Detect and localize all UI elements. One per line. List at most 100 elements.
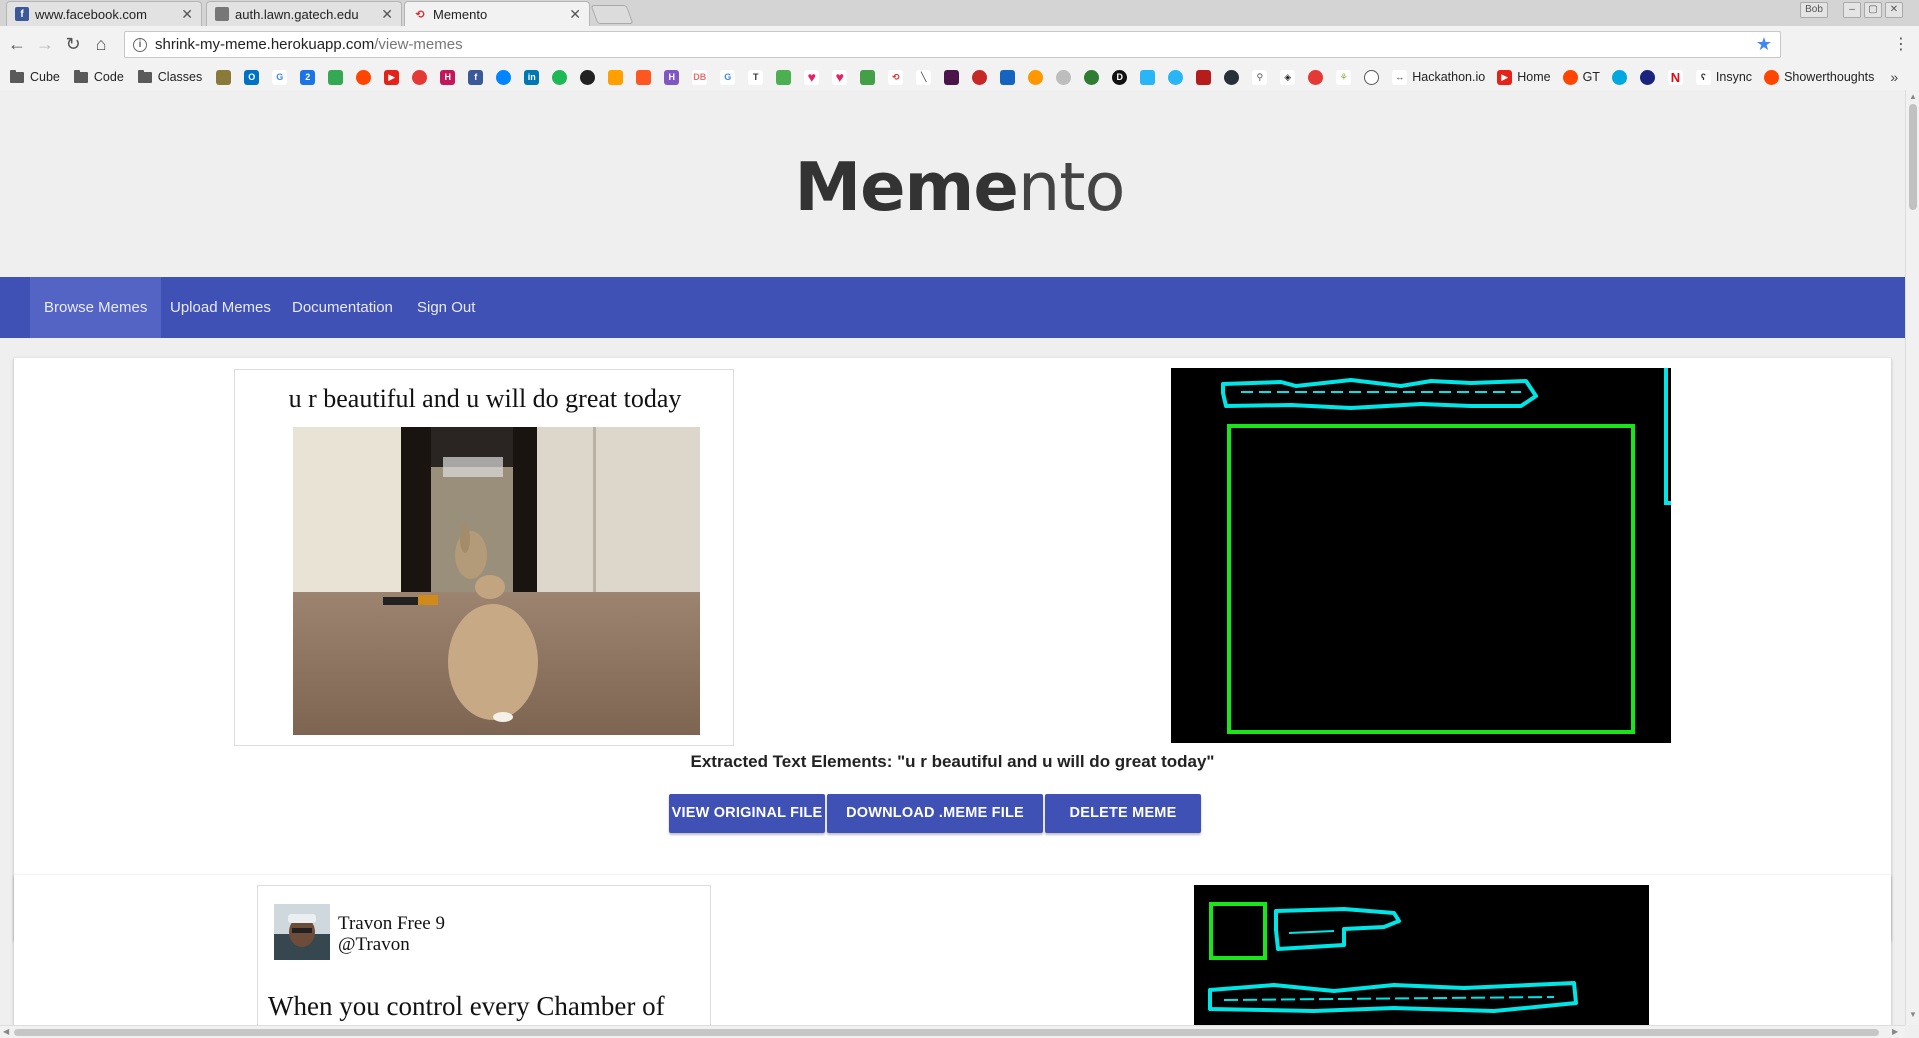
- maximize-button[interactable]: ▢: [1864, 2, 1882, 18]
- reddit-icon[interactable]: [356, 69, 372, 85]
- info-icon[interactable]: i: [133, 37, 147, 52]
- memento-icon[interactable]: ⟲: [888, 69, 904, 85]
- close-icon[interactable]: ✕: [381, 6, 393, 23]
- nav-browse-memes[interactable]: Browse Memes: [30, 277, 162, 338]
- bookmark-icon[interactable]: [1224, 69, 1240, 85]
- forward-icon[interactable]: →: [34, 33, 56, 55]
- tab-memento[interactable]: ⟲ Memento ✕: [404, 1, 590, 26]
- page-viewport: Memento Browse Memes Upload Memes Docume…: [0, 90, 1905, 1025]
- scroll-right-icon[interactable]: ▶: [1892, 1027, 1898, 1036]
- att-icon[interactable]: [1611, 69, 1627, 85]
- bookmark-icon[interactable]: [636, 69, 652, 85]
- bookmark-icon[interactable]: H: [440, 69, 456, 85]
- back-icon[interactable]: ←: [6, 33, 28, 55]
- bookmark-icon[interactable]: ╲: [916, 69, 932, 85]
- nav-sign-out[interactable]: Sign Out: [403, 277, 489, 338]
- nav-documentation[interactable]: Documentation: [278, 277, 407, 338]
- bookmark-gt[interactable]: GT: [1562, 69, 1600, 85]
- bookmark-icon[interactable]: D: [1112, 69, 1128, 85]
- tweet-author-handle: @Travon: [338, 934, 410, 955]
- tab-facebook[interactable]: f www.facebook.com ✕: [6, 1, 202, 26]
- bunny-photo[interactable]: [293, 427, 700, 735]
- spotify-icon[interactable]: [552, 69, 568, 85]
- minimize-button[interactable]: –: [1843, 2, 1861, 18]
- browser-chrome: f www.facebook.com ✕ auth.lawn.gatech.ed…: [0, 0, 1919, 90]
- bookmark-icon[interactable]: T: [748, 69, 764, 85]
- facebook-icon[interactable]: f: [468, 69, 484, 85]
- bookmark-icon[interactable]: [1639, 69, 1655, 85]
- meme-image-frame: u r beautiful and u will do great today: [234, 369, 734, 746]
- linkedin-icon[interactable]: in: [524, 69, 540, 85]
- browser-menu-icon[interactable]: ⋮: [1893, 34, 1909, 54]
- bookmarks-overflow-icon[interactable]: »: [1890, 69, 1898, 85]
- nav-upload-memes[interactable]: Upload Memes: [156, 277, 285, 338]
- bookmark-icon[interactable]: DB: [692, 69, 708, 85]
- bookmark-icon[interactable]: ◈: [1280, 69, 1296, 85]
- bookmark-star-icon[interactable]: ★: [1756, 34, 1772, 55]
- facebook-icon: f: [15, 7, 29, 21]
- calendar-icon[interactable]: 2: [300, 69, 316, 85]
- bookmark-icon[interactable]: [412, 69, 428, 85]
- bookmark-icon[interactable]: ⚘: [1336, 69, 1352, 85]
- profile-button[interactable]: Bob: [1800, 2, 1828, 18]
- address-bar[interactable]: i shrink-my-meme.herokuapp.com/view-meme…: [124, 31, 1781, 58]
- bookmark-showerthoughts[interactable]: Showerthoughts: [1764, 69, 1874, 85]
- cloud-icon[interactable]: [1168, 69, 1184, 85]
- maps-icon[interactable]: [860, 69, 876, 85]
- scroll-up-icon[interactable]: ▲: [1909, 92, 1917, 101]
- firebase-icon[interactable]: [608, 69, 624, 85]
- scrollbar-thumb[interactable]: [14, 1029, 1879, 1036]
- bookmark-folder-classes[interactable]: Classes: [137, 69, 202, 84]
- heart-icon[interactable]: ♥: [804, 69, 820, 85]
- home-icon[interactable]: ⌂: [90, 33, 112, 55]
- view-original-file-button[interactable]: VIEW ORIGINAL FILE: [669, 794, 825, 833]
- tomato-icon[interactable]: [1308, 69, 1324, 85]
- netflix-icon[interactable]: N: [1667, 69, 1683, 85]
- window-close-button[interactable]: ✕: [1885, 2, 1903, 18]
- google-icon[interactable]: G: [272, 69, 288, 85]
- close-icon[interactable]: ✕: [569, 6, 581, 23]
- bookmark-icon[interactable]: [1000, 69, 1016, 85]
- download-meme-file-button[interactable]: DOWNLOAD .MEME FILE: [827, 794, 1043, 833]
- bookmark-folder-code[interactable]: Code: [73, 69, 124, 84]
- bookmark-icon[interactable]: [1140, 69, 1156, 85]
- scroll-down-icon[interactable]: ▼: [1909, 1010, 1917, 1019]
- delete-meme-button[interactable]: DELETE MEME: [1045, 794, 1201, 833]
- outlook-icon[interactable]: O: [244, 69, 260, 85]
- reload-icon[interactable]: ↻: [62, 33, 84, 55]
- drive-icon[interactable]: [328, 69, 344, 85]
- scroll-left-icon[interactable]: ◀: [3, 1027, 9, 1036]
- new-tab-button[interactable]: [590, 5, 634, 24]
- bookmark-folder-cube[interactable]: Cube: [10, 69, 60, 84]
- horizontal-scrollbar[interactable]: ◀ ▶: [0, 1025, 1905, 1038]
- tab-gatech[interactable]: auth.lawn.gatech.edu ✕: [206, 1, 402, 26]
- bookmark-home[interactable]: ▶ Home: [1497, 69, 1551, 85]
- speed-icon[interactable]: [1364, 69, 1380, 85]
- tab-title: www.facebook.com: [35, 6, 147, 22]
- bookmark-icon[interactable]: [972, 69, 988, 85]
- bookmark-insync[interactable]: ʕ Insync: [1695, 69, 1752, 85]
- bookmark-hackathon[interactable]: ↔ Hackathon.io: [1392, 69, 1485, 85]
- close-icon[interactable]: ✕: [181, 6, 193, 23]
- heart-icon[interactable]: ♥: [832, 69, 848, 85]
- bookmark-icon[interactable]: [216, 69, 232, 85]
- contour-detection-image[interactable]: [1194, 885, 1649, 1025]
- github-icon[interactable]: [580, 69, 596, 85]
- messenger-icon[interactable]: [496, 69, 512, 85]
- bookmark-icon[interactable]: H: [664, 69, 680, 85]
- folder-icon: [137, 69, 152, 83]
- scrollbar-thumb[interactable]: [1909, 104, 1917, 210]
- bookmark-icon[interactable]: [1196, 69, 1212, 85]
- google-icon[interactable]: G: [720, 69, 736, 85]
- youtube-icon[interactable]: ▶: [384, 69, 400, 85]
- bookmark-icon[interactable]: ⚲: [1252, 69, 1268, 85]
- evernote-icon[interactable]: [1084, 69, 1100, 85]
- reddit-icon: [1764, 69, 1780, 85]
- cloud-icon[interactable]: [1056, 69, 1072, 85]
- slack-icon[interactable]: [944, 69, 960, 85]
- contour-detection-image[interactable]: [1171, 368, 1671, 743]
- bookmark-icon[interactable]: [776, 69, 792, 85]
- contour-outline-art: [1221, 368, 1671, 734]
- vertical-scrollbar[interactable]: ▲ ▼: [1905, 90, 1919, 1025]
- bookmark-icon[interactable]: [1028, 69, 1044, 85]
